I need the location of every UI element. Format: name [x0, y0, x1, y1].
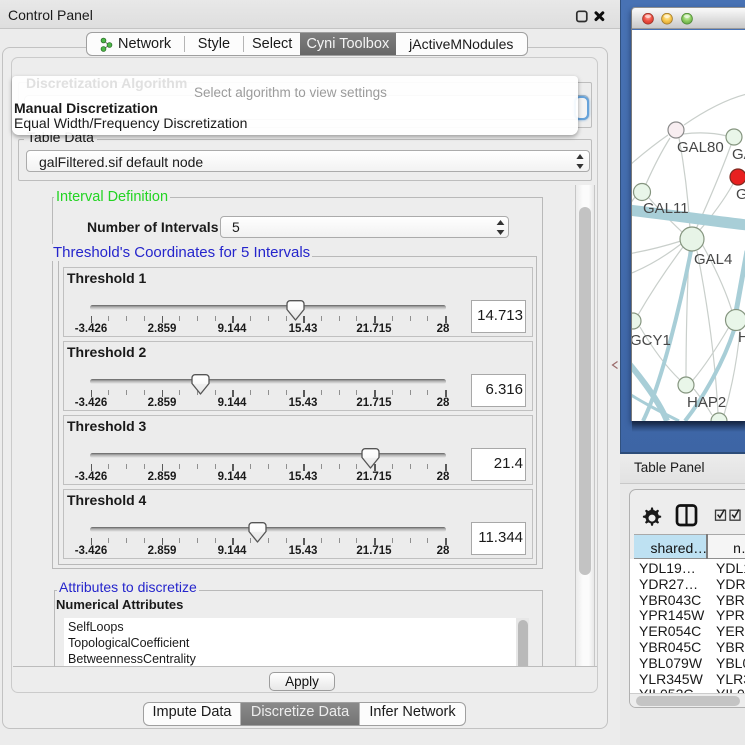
svg-text:GCY1: GCY1 [632, 332, 671, 349]
svg-text:GAL: GAL [732, 146, 745, 163]
svg-text:GAL11: GAL11 [643, 200, 689, 217]
svg-text:GAL4: GAL4 [694, 251, 732, 268]
svg-text:HAP2: HAP2 [687, 394, 726, 411]
svg-text:GC: GC [736, 186, 745, 203]
svg-text:GAL80: GAL80 [677, 139, 724, 156]
svg-text:HI: HI [738, 329, 745, 346]
